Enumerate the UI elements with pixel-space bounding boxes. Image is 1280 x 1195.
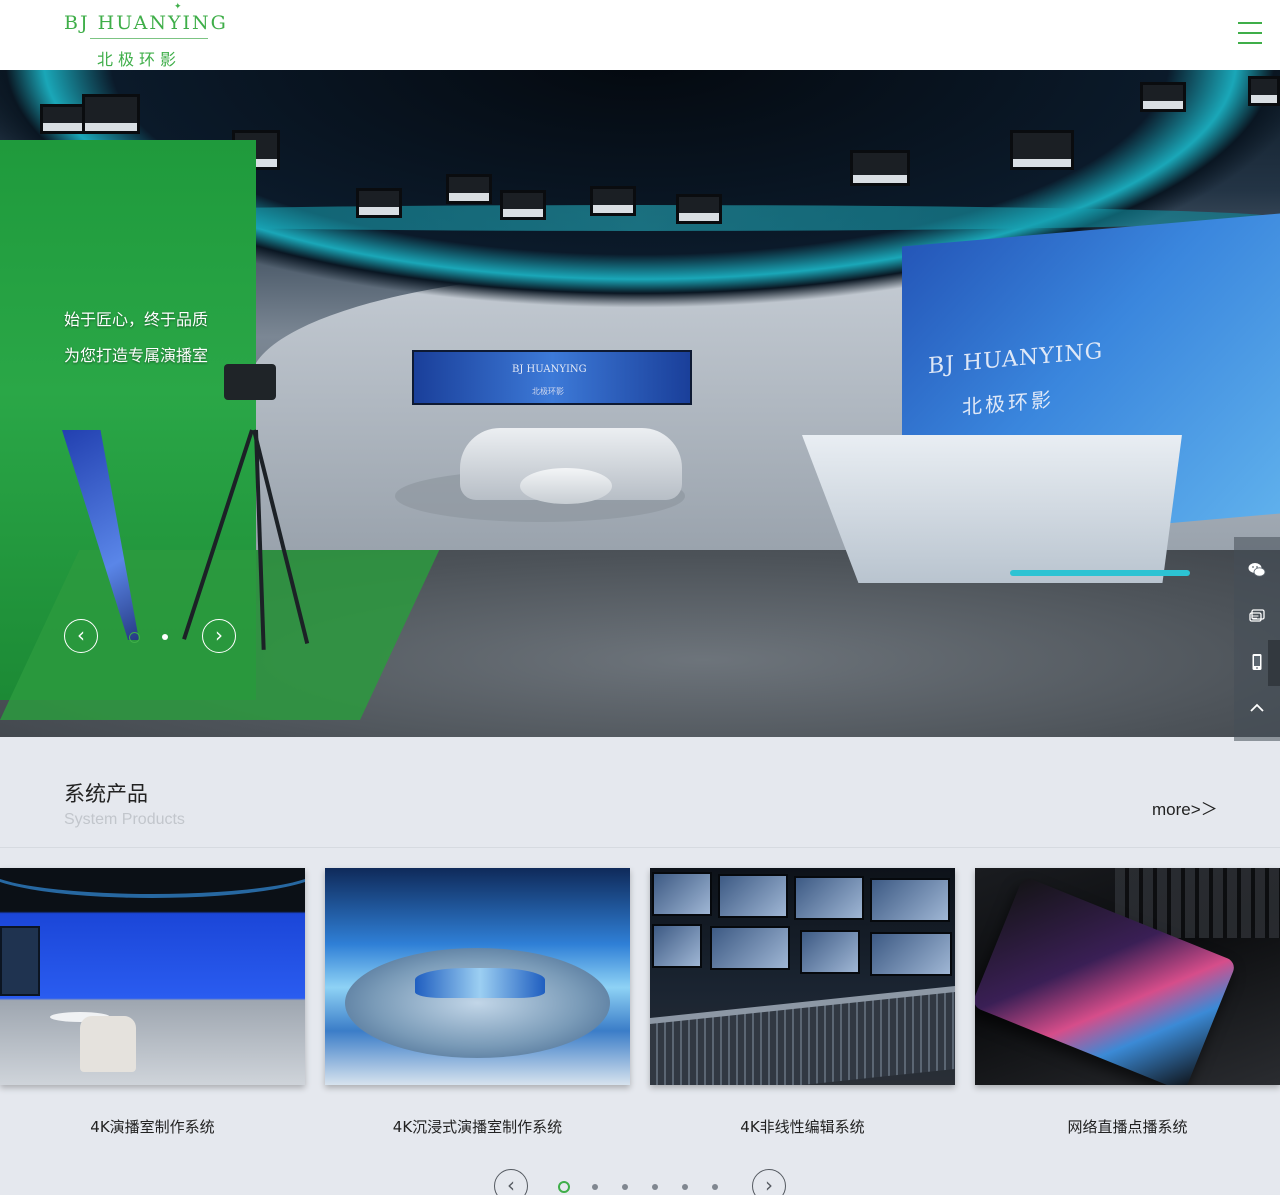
- hero-prev-button[interactable]: ‹: [64, 619, 98, 653]
- products-pagination-dot[interactable]: [622, 1184, 628, 1190]
- hero-next-button[interactable]: ›: [202, 619, 236, 653]
- product-thumbnail[interactable]: [650, 868, 955, 1085]
- product-thumbnail[interactable]: [975, 868, 1280, 1085]
- products-pagination-dot[interactable]: [652, 1184, 658, 1190]
- round-table: [520, 468, 612, 504]
- product-label[interactable]: 4K沉浸式演播室制作系统: [325, 1116, 630, 1137]
- rear-video-wall-text: BJ HUANYING: [512, 364, 587, 375]
- hero-banner: BJ HUANYING 北极环影 BJ HUANYING 北极环影: [0, 70, 1280, 737]
- products-prev-button[interactable]: ‹: [494, 1169, 528, 1195]
- site-header: ✦ BJ HUANYING 北极环影: [0, 0, 1280, 70]
- camera-tripod: [180, 390, 340, 650]
- hero-pagination-dot-active[interactable]: [129, 632, 140, 643]
- anchor-desk: [802, 435, 1208, 583]
- logo-divider: [90, 38, 208, 39]
- message-button[interactable]: [1234, 593, 1280, 639]
- floating-contact-toolbar: [1234, 537, 1280, 741]
- main-display-text-en: BJ HUANYING: [928, 338, 1104, 380]
- brand-logo[interactable]: ✦ BJ HUANYING 北极环影: [64, 2, 226, 69]
- logo-text-cn: 北极环影: [97, 50, 182, 69]
- product-label[interactable]: 网络直播点播系统: [975, 1116, 1280, 1137]
- hero-slogan-line-1: 始于匠心，终于品质: [64, 310, 209, 329]
- products-pagination-dot[interactable]: [682, 1184, 688, 1190]
- wechat-icon: [1248, 563, 1266, 577]
- anchor-desk-glow: [1010, 570, 1190, 576]
- product-label[interactable]: 4K演播室制作系统: [0, 1116, 305, 1137]
- studio-camera: [224, 364, 276, 400]
- section-subtitle: System Products: [64, 811, 185, 828]
- section-divider: [0, 847, 1280, 848]
- product-label[interactable]: 4K非线性编辑系统: [650, 1116, 955, 1137]
- main-display-text-cn: 北极环影: [962, 387, 1054, 420]
- toolbar-highlight-tab: [1268, 640, 1280, 686]
- product-thumbnail[interactable]: [0, 868, 305, 1085]
- product-card[interactable]: 4K演播室制作系统: [0, 868, 305, 1158]
- mobile-phone-icon: [1252, 654, 1262, 670]
- logo-star-icon: ✦: [174, 2, 182, 12]
- product-card[interactable]: 4K沉浸式演播室制作系统: [325, 868, 630, 1158]
- product-thumbnail[interactable]: [325, 868, 630, 1085]
- more-link[interactable]: more>＞: [1152, 795, 1218, 820]
- product-card[interactable]: 4K非线性编辑系统: [650, 868, 955, 1158]
- back-to-top-icon: [1250, 703, 1264, 712]
- back-to-top-button[interactable]: [1234, 685, 1280, 731]
- message-icon: [1249, 609, 1265, 622]
- logo-text-en: BJ HUANYING: [64, 12, 228, 34]
- hero-pagination-dot[interactable]: [162, 634, 168, 640]
- hero-slogan-line-2: 为您打造专属演播室: [64, 346, 209, 365]
- rear-video-wall-cn: 北极环影: [532, 387, 564, 396]
- wechat-button[interactable]: [1234, 547, 1280, 593]
- hamburger-menu-icon[interactable]: [1238, 22, 1262, 44]
- section-title: 系统产品: [64, 782, 148, 806]
- products-pagination-dot-active[interactable]: [558, 1181, 570, 1193]
- products-next-button[interactable]: ›: [752, 1169, 786, 1195]
- products-pagination-dot[interactable]: [592, 1184, 598, 1190]
- rear-video-wall: BJ HUANYING 北极环影: [412, 350, 692, 405]
- product-card[interactable]: 网络直播点播系统: [975, 868, 1280, 1158]
- products-pagination-dot[interactable]: [712, 1184, 718, 1190]
